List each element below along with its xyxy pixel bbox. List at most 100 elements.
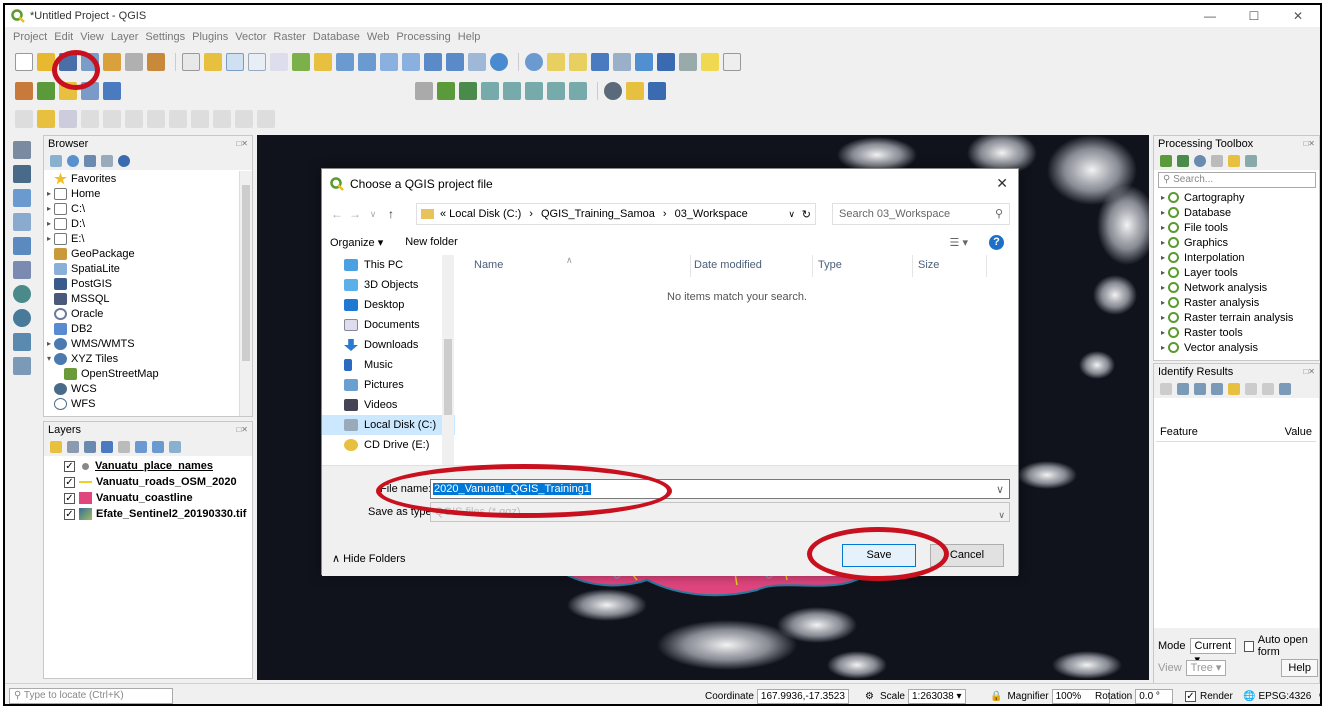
add-raster-icon[interactable]	[13, 165, 31, 183]
date-column-header[interactable]: Date modified	[694, 259, 762, 271]
menu-vector[interactable]: Vector	[235, 31, 266, 43]
toolbox-search-input[interactable]: ⚲ Search...	[1158, 172, 1316, 188]
zoom-last-icon[interactable]	[380, 53, 398, 71]
render-toggle[interactable]: ✓ Render	[1185, 688, 1233, 704]
panel-float-close-icon[interactable]: □✕	[236, 422, 248, 438]
breadcrumb-local-disk[interactable]: « Local Disk (C:)	[440, 208, 521, 220]
delete-selected-icon[interactable]	[147, 110, 165, 128]
open-attribute-table-icon[interactable]	[591, 53, 609, 71]
layer-visibility-checkbox[interactable]: ✓	[64, 476, 75, 488]
view-select[interactable]: Tree ▾	[1185, 660, 1227, 676]
dialog-close-icon[interactable]: ✕	[996, 175, 1008, 192]
add-mssql-icon[interactable]	[13, 261, 31, 279]
menu-edit[interactable]: Edit	[54, 31, 73, 43]
nav-music[interactable]: Music	[322, 355, 455, 375]
print-icon[interactable]	[1262, 383, 1274, 395]
python-console-icon[interactable]	[604, 82, 622, 100]
pan-to-selection-icon[interactable]	[204, 53, 222, 71]
dialog-search-input[interactable]: Search 03_Workspace ⚲	[832, 203, 1010, 225]
save-button[interactable]: Save	[842, 544, 916, 567]
refresh-icon[interactable]: ↻	[802, 208, 811, 221]
cut-features-icon[interactable]	[169, 110, 187, 128]
panel-float-close-icon[interactable]: □✕	[1303, 364, 1315, 380]
zoom-out-icon[interactable]	[248, 53, 266, 71]
add-selected-layers-icon[interactable]	[50, 155, 62, 167]
nav-3d-objects[interactable]: 3D Objects	[322, 275, 455, 295]
copy-feature-icon[interactable]	[1245, 383, 1257, 395]
field-calculator-icon[interactable]	[613, 53, 631, 71]
properties-icon[interactable]	[118, 155, 130, 167]
deselect-icon[interactable]	[569, 53, 587, 71]
zoom-next-icon[interactable]	[402, 53, 420, 71]
plugin-icon-8[interactable]	[569, 82, 587, 100]
value-column-header[interactable]: Value	[1285, 426, 1312, 441]
add-wcs-icon[interactable]	[13, 309, 31, 327]
models-icon[interactable]	[1160, 155, 1172, 167]
save-as-icon[interactable]	[81, 53, 99, 71]
browser-item-home[interactable]: ▸ Home	[44, 186, 240, 201]
panel-float-close-icon[interactable]: □✕	[236, 136, 248, 152]
nav-local-disk[interactable]: Local Disk (C:)	[322, 415, 455, 435]
style-manager-icon[interactable]	[147, 53, 165, 71]
open-project-icon[interactable]	[37, 53, 55, 71]
filename-input[interactable]: 2020_Vanuatu_QGIS_Training1 ∨	[430, 479, 1010, 499]
toolbox-item-interpolation[interactable]: ▸ Interpolation	[1158, 250, 1318, 265]
nav-cd-drive[interactable]: CD Drive (E:)	[322, 435, 455, 455]
browser-scrollbar[interactable]	[239, 171, 252, 416]
nav-scrollbar[interactable]	[442, 255, 454, 465]
minimize-button[interactable]: —	[1188, 5, 1232, 27]
options-icon[interactable]	[1245, 155, 1257, 167]
plugin-icon-4[interactable]	[481, 82, 499, 100]
identify-options-icon[interactable]	[1279, 383, 1291, 395]
up-arrow-icon[interactable]: ↑	[382, 207, 400, 221]
lock-icon[interactable]: 🔒	[990, 691, 1002, 702]
browser-item-oracle[interactable]: Oracle	[44, 306, 240, 321]
help-icon[interactable]: ?	[989, 234, 1004, 250]
view-options-icon[interactable]: ☰ ▾	[950, 236, 968, 249]
nav-pictures[interactable]: Pictures	[322, 375, 455, 395]
mode-select[interactable]: Current ▾	[1189, 638, 1237, 666]
browser-item-xyz-tiles[interactable]: ▾ XYZ Tiles	[44, 351, 240, 366]
layer-item-roads[interactable]: ✓ Vanuatu_roads_OSM_2020	[44, 474, 252, 490]
menu-web[interactable]: Web	[367, 31, 389, 43]
organize-menu[interactable]: Organize ▾	[330, 236, 383, 249]
style-panel-icon[interactable]	[50, 441, 62, 453]
digitize-icon[interactable]	[81, 82, 99, 100]
toolbox-item-layer-tools[interactable]: ▸ Layer tools	[1158, 265, 1318, 280]
layout-manager-icon[interactable]	[125, 53, 143, 71]
auto-open-checkbox[interactable]	[1244, 640, 1254, 652]
toolbox-item-graphics[interactable]: ▸ Graphics	[1158, 235, 1318, 250]
browser-item-favorites[interactable]: Favorites	[44, 171, 240, 186]
filter-browser-icon[interactable]	[84, 155, 96, 167]
crs-display[interactable]: 🌐 EPSG:4326 💬	[1243, 688, 1320, 704]
menu-help[interactable]: Help	[458, 31, 481, 43]
menu-project[interactable]: Project	[13, 31, 47, 43]
toggle-editing-icon[interactable]	[37, 110, 55, 128]
plugin-icon-3[interactable]	[459, 82, 477, 100]
identify-icon[interactable]	[525, 53, 543, 71]
zoom-in-icon[interactable]	[226, 53, 244, 71]
edit-features-in-place-icon[interactable]	[1228, 155, 1240, 167]
chevron-down-icon[interactable]: ∨	[998, 506, 1005, 524]
zoom-rubberband-icon[interactable]	[270, 53, 288, 71]
text-annotation-icon[interactable]	[723, 53, 741, 71]
manage-themes-icon[interactable]	[84, 441, 96, 453]
menu-processing[interactable]: Processing	[396, 31, 450, 43]
pan-icon[interactable]	[182, 53, 200, 71]
add-virtual-layer-icon[interactable]	[13, 357, 31, 375]
processing-icon[interactable]	[635, 53, 653, 71]
map-tips-icon[interactable]	[701, 53, 719, 71]
browser-item-wfs[interactable]: WFS	[44, 396, 240, 411]
filter-legend-icon[interactable]	[101, 441, 113, 453]
hide-folders-toggle[interactable]: ∧ Hide Folders	[332, 552, 405, 565]
type-column-header[interactable]: Type	[818, 259, 842, 271]
layer-visibility-checkbox[interactable]: ✓	[64, 508, 75, 520]
add-mesh-icon[interactable]	[13, 237, 31, 255]
browser-item-wms[interactable]: ▸ WMS/WMTS	[44, 336, 240, 351]
messages-icon[interactable]: 💬	[1319, 691, 1320, 702]
plugin-icon-7[interactable]	[547, 82, 565, 100]
undo-icon[interactable]	[235, 110, 253, 128]
add-feature-icon[interactable]	[81, 110, 99, 128]
toolbox-item-raster-terrain-analysis[interactable]: ▸ Raster terrain analysis	[1158, 310, 1318, 325]
address-dropdown-icon[interactable]: ∨	[788, 209, 795, 220]
